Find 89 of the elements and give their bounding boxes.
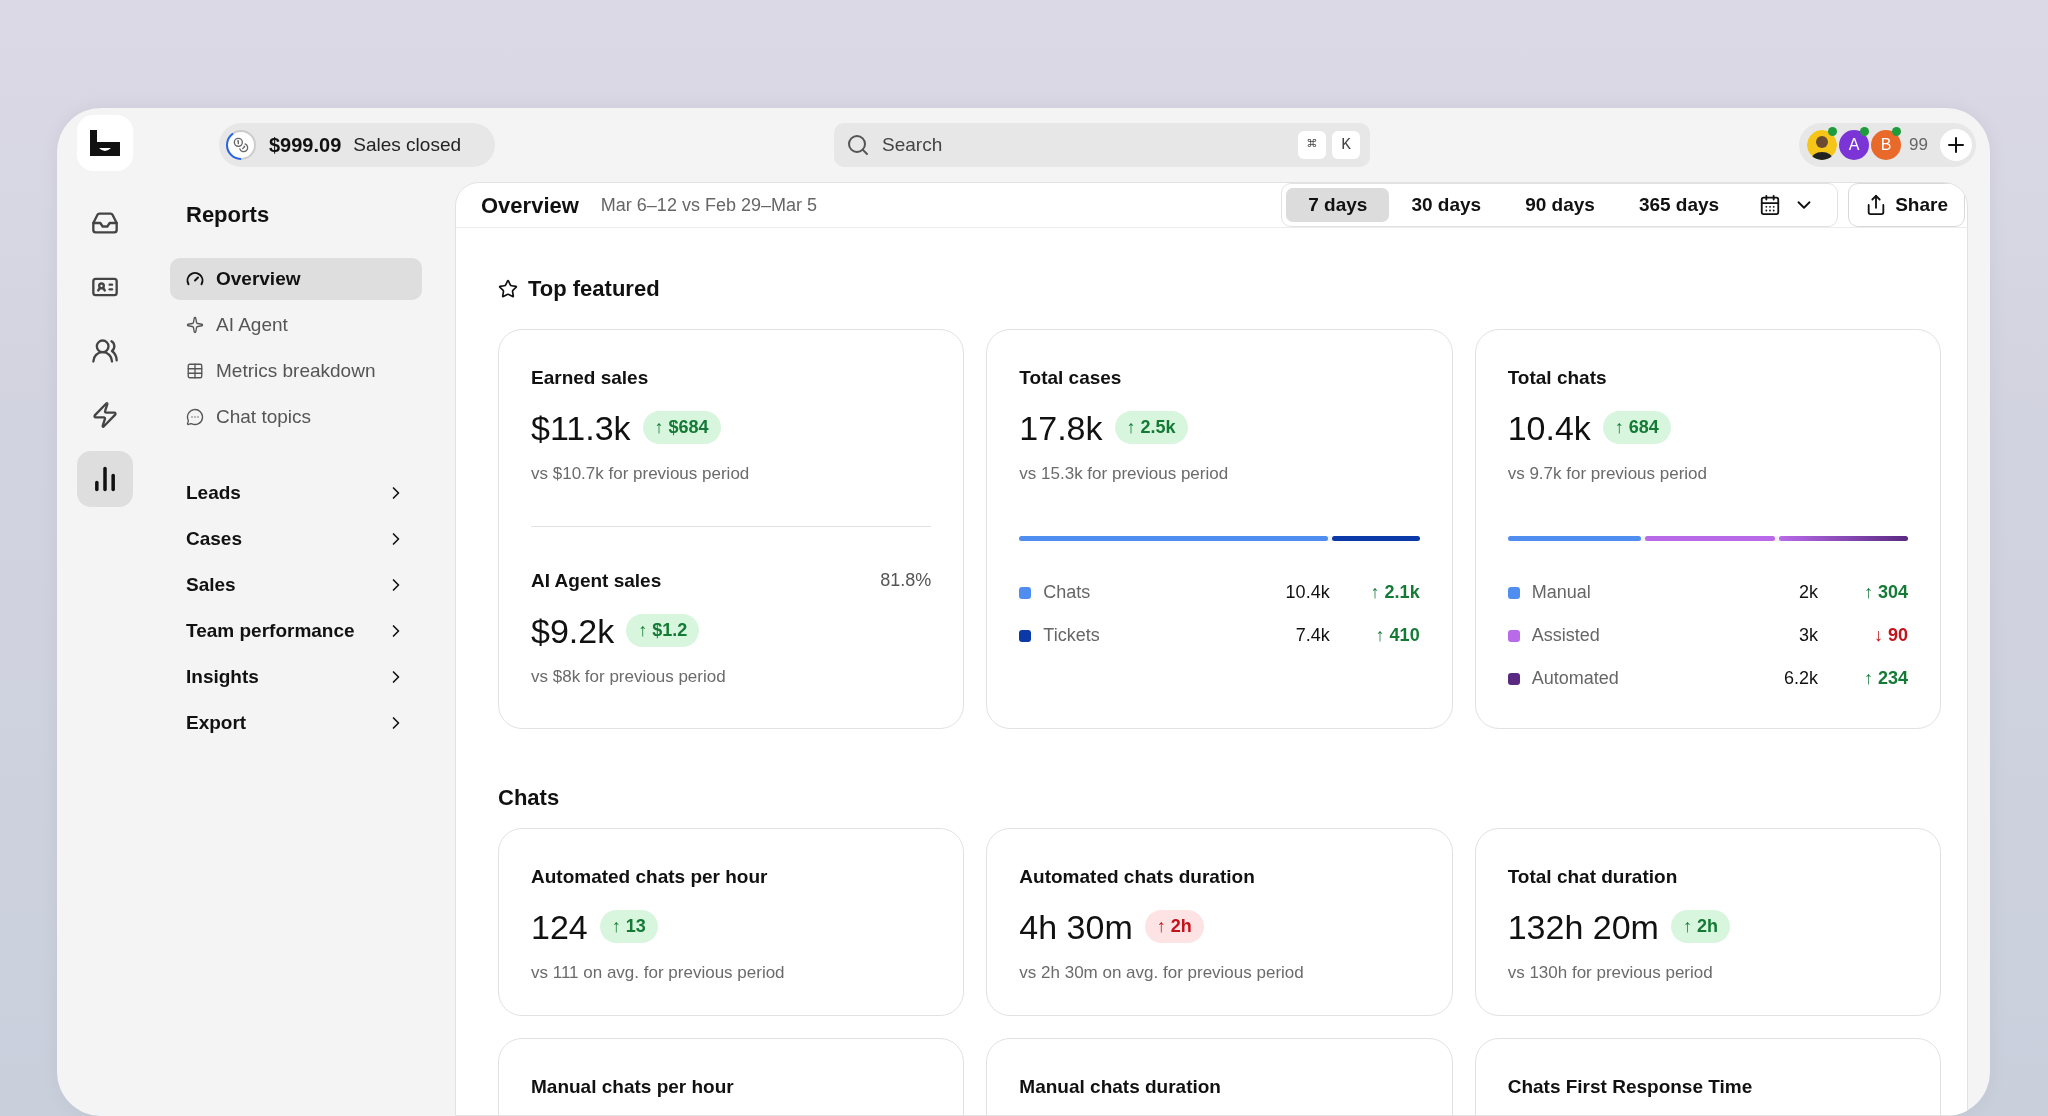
legend-change: ↑ 2.1k [1369, 581, 1420, 604]
card-title: Total chat duration [1507, 865, 1678, 889]
sidebar-title: Reports [185, 201, 271, 229]
period-tab[interactable]: 30 days [1389, 188, 1504, 222]
change-badge: ↑ 684 [1602, 411, 1671, 444]
legend-value: 6.2k [1782, 667, 1818, 690]
section-title: Chats [498, 784, 561, 812]
table-icon [186, 362, 204, 380]
sidebar-item[interactable]: Metrics breakdown [170, 350, 422, 392]
lightning-icon [90, 401, 119, 429]
sales-label: Sales closed [353, 132, 462, 157]
sidebar-item[interactable]: Chat topics [170, 396, 422, 438]
comparison-text: vs 2h 30m on avg. for previous period [1019, 961, 1305, 984]
sidebar-group[interactable]: Leads [170, 472, 422, 514]
metric-value: 132h 20m [1507, 909, 1659, 944]
metric-value: 17.8k [1019, 410, 1103, 445]
change-badge: ↑ $684 [642, 411, 721, 444]
legend-label: Chats [1043, 581, 1092, 604]
card-title: Total cases [1019, 366, 1122, 390]
add-button[interactable] [1940, 129, 1972, 161]
comparison-text: vs $8k for previous period [531, 665, 727, 688]
legend-change: ↑ 410 [1374, 624, 1420, 647]
period-tab[interactable]: 90 days [1503, 188, 1617, 222]
change-badge: ↑ 13 [599, 910, 658, 943]
legend-label: Assisted [1531, 624, 1601, 647]
card-title: AI Agent sales [531, 569, 662, 593]
legend-value: 3k [1798, 624, 1818, 647]
sidebar-group[interactable]: Cases [170, 518, 422, 560]
comparison-text: vs $10.7k for previous period [531, 462, 751, 485]
card-title: Total chats [1507, 366, 1607, 390]
users-icon [90, 337, 119, 365]
legend-change: ↑ 304 [1862, 581, 1908, 604]
legend-change: ↑ 234 [1862, 667, 1908, 690]
sidebar-group[interactable]: Insights [170, 656, 422, 698]
sales-pill[interactable]: $999.09 Sales closed [219, 123, 496, 167]
avatar[interactable]: A [1839, 130, 1870, 160]
collaborator-count: 99 [1909, 134, 1928, 157]
metric-value: 4h 30m [1019, 909, 1133, 944]
progress-ring-icon [225, 129, 257, 161]
comparison-text: vs 9.7k for previous period [1507, 462, 1709, 485]
comparison-text: vs 15.3k for previous period [1019, 462, 1230, 485]
card-title: Manual chats per hour [531, 1075, 734, 1099]
sidebar-group[interactable]: Export [170, 702, 422, 744]
legend-value: 2k [1798, 581, 1818, 604]
comparison-text: vs 111 on avg. for previous period [531, 961, 786, 984]
card-title: Automated chats per hour [531, 865, 768, 889]
shortcut-key: ⌘ [1298, 131, 1327, 159]
logo-icon[interactable] [89, 130, 120, 156]
gauge-icon [186, 270, 204, 288]
card-title: Manual chats duration [1019, 1075, 1221, 1099]
period-tab[interactable]: 365 days [1616, 188, 1742, 222]
date-range: Mar 6–12 vs Feb 29–Mar 5 [600, 193, 817, 217]
section-title: Top featured [528, 275, 660, 303]
page-title: Overview [481, 191, 579, 220]
sales-amount: $999.09 [269, 133, 342, 158]
change-badge: ↑ 2h [1670, 910, 1730, 943]
metric-value: 124 [531, 909, 588, 944]
search-icon [846, 133, 871, 157]
card-title: Chats First Response Time [1507, 1075, 1753, 1099]
metric-value: $9.2k [531, 613, 615, 648]
legend-label: Manual [1531, 581, 1592, 604]
legend-label: Tickets [1043, 624, 1101, 647]
legend-value: 7.4k [1294, 624, 1330, 647]
avatar-icon[interactable] [1807, 130, 1838, 160]
rail-button[interactable] [76, 451, 133, 507]
star-icon [498, 278, 518, 299]
card-title: Automated chats duration [1019, 865, 1255, 889]
legend-change: ↓ 90 [1872, 624, 1908, 647]
legend-value: 10.4k [1284, 581, 1330, 604]
change-badge: ↑ $1.2 [626, 614, 700, 647]
metric-value: $11.3k [531, 410, 631, 445]
legend-label: Automated [1531, 667, 1620, 690]
share-percent: 81.8% [880, 569, 932, 592]
logo-button[interactable] [76, 115, 133, 171]
change-badge: ↑ 2.5k [1114, 411, 1188, 444]
period-tab[interactable]: 7 days [1286, 188, 1390, 222]
comparison-text: vs 130h for previous period [1507, 961, 1714, 984]
sidebar-group[interactable]: Team performance [170, 610, 422, 652]
sidebar-group[interactable]: Sales [170, 564, 422, 606]
sidebar-item[interactable]: AI Agent [170, 304, 422, 346]
share-button[interactable]: Share [1848, 183, 1965, 227]
metric-value: 10.4k [1507, 410, 1591, 445]
shortcut-key: K [1332, 131, 1361, 159]
change-badge: ↑ 2h [1144, 910, 1204, 943]
sidebar-item[interactable]: Overview [170, 258, 422, 300]
chat-bubble-icon [186, 408, 204, 426]
card-title: Earned sales [531, 366, 649, 390]
calendar-icon [1759, 194, 1782, 216]
sparkle-icon [186, 316, 204, 334]
